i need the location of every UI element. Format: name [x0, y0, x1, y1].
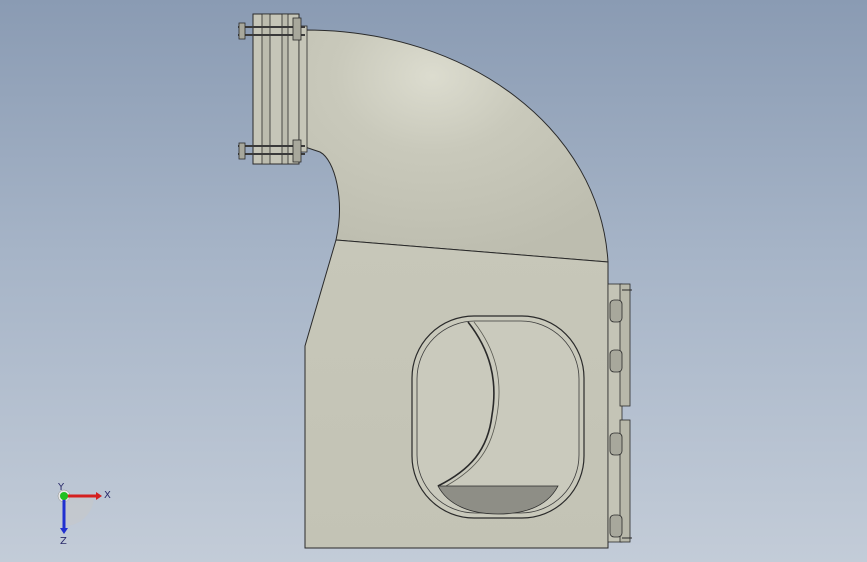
inspection-opening [411, 315, 585, 519]
orientation-triad: X Y Z [57, 482, 111, 547]
y-axis-label: Y [57, 482, 65, 493]
cad-viewport[interactable]: X Y Z [0, 0, 867, 562]
side-fittings [607, 283, 632, 543]
part-model[interactable] [0, 0, 867, 562]
z-axis-label: Z [60, 536, 67, 547]
elbow-section [304, 29, 609, 263]
x-axis-label: X [104, 490, 111, 501]
y-axis-dot [60, 492, 68, 500]
top-flange [238, 13, 308, 165]
